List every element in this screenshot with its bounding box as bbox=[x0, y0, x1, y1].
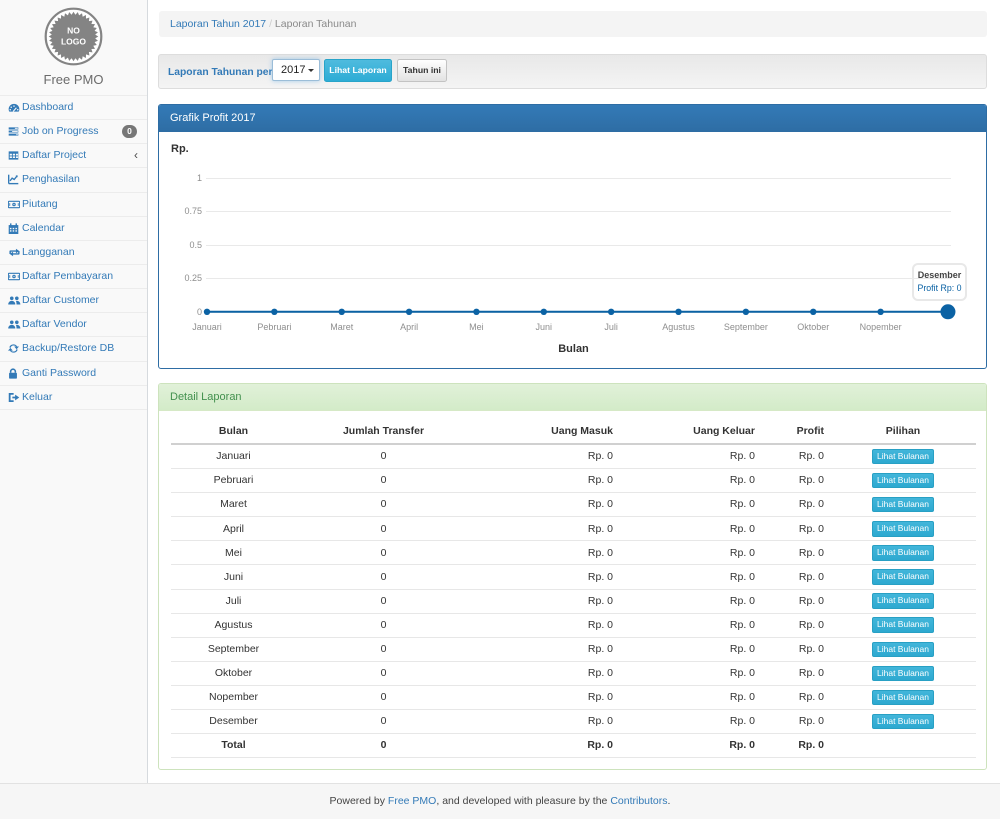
svg-text:NO: NO bbox=[67, 26, 80, 36]
svg-text:LOGO: LOGO bbox=[61, 37, 86, 47]
